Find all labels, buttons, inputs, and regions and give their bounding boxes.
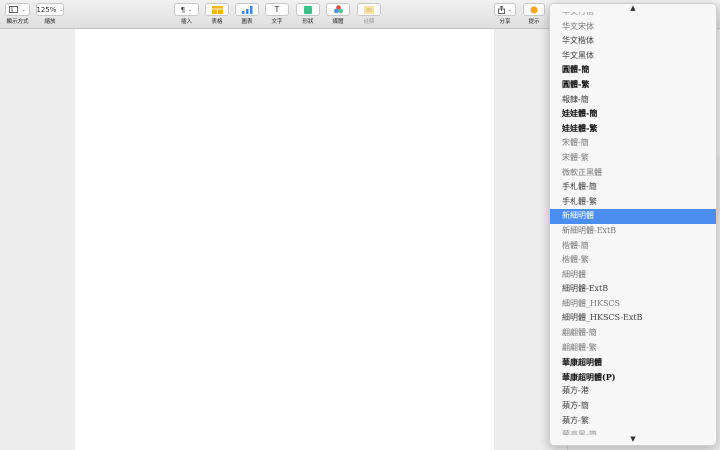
view-button[interactable]: ⌄	[5, 3, 30, 16]
zoom-label: 縮放	[44, 19, 56, 25]
insert-button[interactable]: ¶ ⌄	[174, 3, 199, 16]
font-item[interactable]: 楷體-簡	[550, 239, 716, 254]
font-item[interactable]: 娃娃體-繁	[550, 122, 716, 137]
media-control[interactable]: 媒體	[326, 3, 350, 25]
view-label: 顯示方式	[6, 19, 29, 25]
font-item[interactable]: 細明體_HKSCS-ExtB	[550, 311, 716, 326]
font-item[interactable]: 华文楷体	[550, 34, 716, 49]
tips-button[interactable]	[523, 3, 545, 16]
font-item[interactable]: 細明體_HKSCS	[550, 297, 716, 312]
media-label: 媒體	[332, 19, 344, 25]
shape-icon	[304, 5, 312, 14]
share-control[interactable]: ⌄ 分享	[494, 3, 516, 25]
font-item[interactable]: 蘋方-繁	[550, 414, 716, 429]
font-item[interactable]: 翩翩體-簡	[550, 326, 716, 341]
lightbulb-icon	[530, 5, 538, 14]
document-canvas[interactable]	[75, 29, 494, 450]
font-item[interactable]: 細明體-ExtB	[550, 282, 716, 297]
chart-label: 圖表	[241, 19, 253, 25]
chevron-down-icon: ⌄	[21, 6, 26, 13]
font-item[interactable]: 華康超明體(P)	[550, 370, 716, 385]
font-item[interactable]: 蘋方-港	[550, 384, 716, 399]
shape-label: 形狀	[302, 19, 314, 25]
tips-control[interactable]: 提示	[523, 3, 545, 25]
zoom-control[interactable]: 125% ⌄ 縮放	[36, 3, 64, 25]
font-item[interactable]: 华文黑体	[550, 49, 716, 64]
zoom-value: 125%	[36, 5, 57, 14]
font-item[interactable]: 圓體-簡	[550, 63, 716, 78]
font-item[interactable]: 宋體-繁	[550, 151, 716, 166]
share-button[interactable]: ⌄	[494, 3, 516, 16]
sidebar-view-icon	[9, 6, 19, 13]
shape-button[interactable]	[296, 3, 320, 16]
shape-control[interactable]: 形狀	[296, 3, 320, 25]
chart-control[interactable]: 圖表	[235, 3, 259, 25]
share-icon	[497, 5, 505, 14]
font-item[interactable]: 手札體-繁	[550, 195, 716, 210]
chevron-down-icon: ⌄	[188, 6, 193, 13]
insert-control[interactable]: ¶ ⌄ 插入	[174, 3, 199, 25]
text-button[interactable]: T	[265, 3, 289, 16]
text-label: 文字	[271, 19, 283, 25]
font-item[interactable]: 華康超明體	[550, 355, 716, 370]
table-label: 表格	[211, 19, 223, 25]
font-item[interactable]: 楷體-繁	[550, 253, 716, 268]
font-item-selected[interactable]: 新細明體	[550, 209, 716, 224]
font-item[interactable]: 新細明體-ExtB	[550, 224, 716, 239]
text-icon: T	[274, 5, 280, 14]
font-item[interactable]: 報隸-簡	[550, 93, 716, 108]
font-item[interactable]: 娃娃體-簡	[550, 107, 716, 122]
font-item[interactable]: 手札體-簡	[550, 180, 716, 195]
scroll-down-icon[interactable]: ▼	[550, 435, 716, 445]
table-control[interactable]: 表格	[205, 3, 229, 25]
scroll-up-icon[interactable]: ▲	[550, 4, 716, 12]
font-list: 华文行楷 华文宋体 华文楷体 华文黑体 圓體-簡 圓體-繁 報隸-簡 娃娃體-簡…	[550, 5, 716, 443]
font-item[interactable]: 蘋方-簡	[550, 399, 716, 414]
font-item[interactable]: 細明體	[550, 268, 716, 283]
chart-icon	[241, 5, 252, 14]
paragraph-icon: ¶	[180, 5, 186, 14]
font-item[interactable]: 微軟正黑體	[550, 166, 716, 181]
view-control[interactable]: ⌄ 顯示方式	[5, 3, 30, 25]
comment-button	[357, 3, 381, 16]
table-button[interactable]	[205, 3, 229, 16]
chevron-down-icon: ⌄	[507, 6, 513, 13]
insert-label: 插入	[180, 19, 192, 25]
share-label: 分享	[499, 19, 511, 25]
chart-button[interactable]	[235, 3, 259, 16]
table-icon	[211, 5, 223, 14]
comment-control: 註解	[357, 3, 381, 25]
font-item[interactable]: 圓體-繁	[550, 78, 716, 93]
font-item[interactable]: 宋體-簡	[550, 136, 716, 151]
media-icon	[333, 5, 343, 14]
text-control[interactable]: T 文字	[265, 3, 289, 25]
zoom-select[interactable]: 125% ⌄	[36, 3, 64, 16]
comment-icon	[364, 5, 374, 14]
media-button[interactable]	[326, 3, 350, 16]
font-item[interactable]: 翩翩體-繁	[550, 341, 716, 356]
comment-label: 註解	[363, 19, 375, 25]
tips-label: 提示	[528, 19, 540, 25]
chevron-down-icon: ⌄	[59, 6, 64, 13]
font-dropdown-menu[interactable]: 华文行楷 华文宋体 华文楷体 华文黑体 圓體-簡 圓體-繁 報隸-簡 娃娃體-簡…	[549, 3, 717, 446]
font-item[interactable]: 华文宋体	[550, 20, 716, 35]
left-margin	[0, 29, 75, 450]
